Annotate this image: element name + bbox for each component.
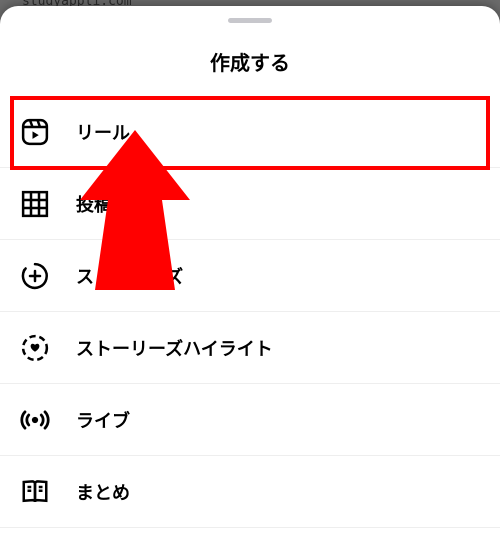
option-label: ストーリーズ (76, 263, 183, 289)
option-label: ストーリーズハイライト (76, 335, 273, 361)
highlight-icon (20, 333, 50, 363)
story-icon (20, 261, 50, 291)
option-guide[interactable]: まとめ (0, 456, 500, 528)
sheet-title: 作成する (0, 47, 500, 76)
option-story[interactable]: ストーリーズ (0, 240, 500, 312)
option-label: リール (76, 119, 130, 145)
sheet-handle[interactable] (228, 18, 272, 23)
live-icon (20, 405, 50, 435)
guide-icon (20, 477, 50, 507)
grid-icon (20, 189, 50, 219)
option-highlight[interactable]: ストーリーズハイライト (0, 312, 500, 384)
option-live[interactable]: ライブ (0, 384, 500, 456)
option-label: 投稿 (76, 191, 112, 217)
option-post[interactable]: 投稿 (0, 168, 500, 240)
option-label: まとめ (76, 479, 130, 505)
create-options-list: リール 投稿 (0, 96, 500, 528)
reel-icon (20, 117, 50, 147)
create-sheet: 作成する リール (0, 6, 500, 543)
option-reel[interactable]: リール (0, 96, 500, 168)
option-label: ライブ (76, 407, 130, 433)
